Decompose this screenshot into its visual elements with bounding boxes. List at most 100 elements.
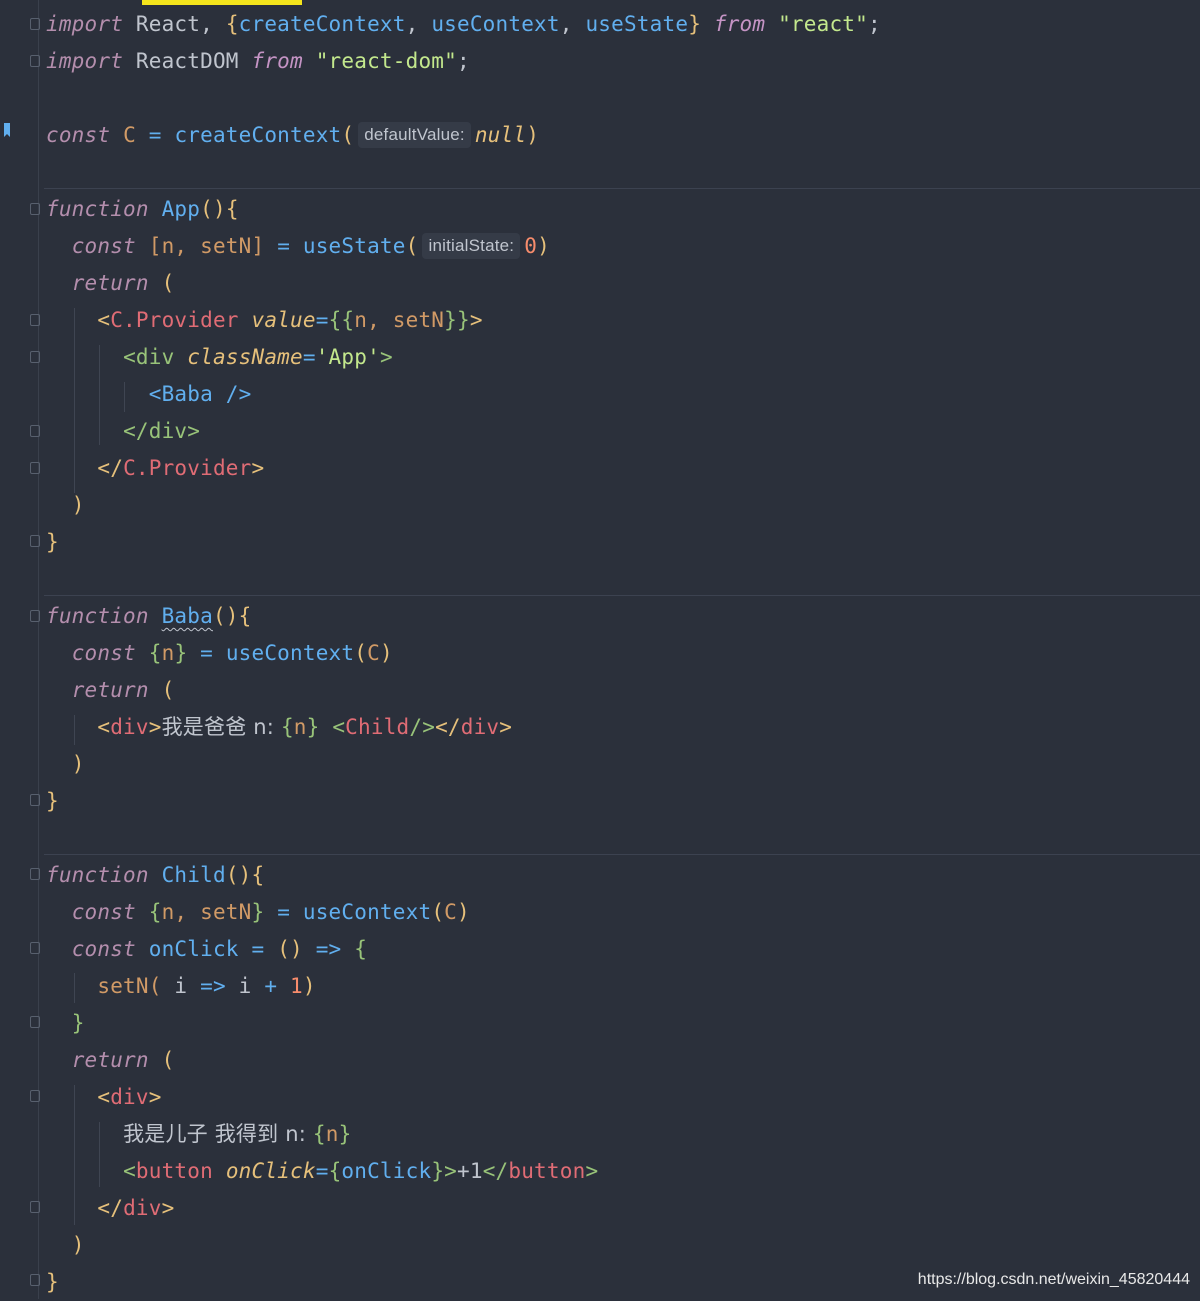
code-line[interactable] xyxy=(46,80,1200,117)
tag-bracket: < xyxy=(97,1085,111,1109)
fold-marker[interactable] xyxy=(30,610,40,622)
brace: }} xyxy=(444,308,470,332)
keyword-import: import xyxy=(46,12,124,36)
code-line[interactable]: import React, {createContext, useContext… xyxy=(46,6,1200,43)
tag-bracket: < xyxy=(97,308,111,332)
operator: = xyxy=(277,234,291,258)
code-line[interactable]: </div> xyxy=(46,413,1200,450)
paren: () xyxy=(225,863,252,887)
code-line[interactable] xyxy=(46,154,1200,191)
search-highlight xyxy=(142,0,302,5)
paren: ) xyxy=(457,900,470,924)
code-line[interactable]: function Child(){ xyxy=(46,857,1200,894)
fold-marker[interactable] xyxy=(30,314,40,326)
fold-marker[interactable] xyxy=(30,1274,40,1286)
number: 1 xyxy=(277,974,303,998)
code-line[interactable]: </div> xyxy=(46,1190,1200,1227)
fold-marker[interactable] xyxy=(30,425,40,437)
tag-bracket: < xyxy=(332,715,346,739)
arrow-operator: => xyxy=(200,974,226,998)
code-line[interactable]: return ( xyxy=(46,1042,1200,1079)
fold-marker[interactable] xyxy=(30,1090,40,1102)
paren: ( xyxy=(161,678,175,702)
keyword-const: const xyxy=(46,123,111,147)
keyword-const: const xyxy=(71,641,136,665)
jsx-tag: div xyxy=(110,1085,149,1109)
operator: = xyxy=(148,123,162,147)
code-line[interactable]: <div>我是爸爸 n: {n} <Child/></div> xyxy=(46,709,1200,746)
function-call: useContext xyxy=(302,900,432,924)
fold-marker[interactable] xyxy=(30,203,40,215)
code-line[interactable]: <div> xyxy=(46,1079,1200,1116)
fold-marker[interactable] xyxy=(30,351,40,363)
code-line[interactable] xyxy=(46,820,1200,857)
fold-marker[interactable] xyxy=(30,942,40,954)
tag-bracket: > xyxy=(161,1196,175,1220)
code-line[interactable]: import ReactDOM from "react-dom"; xyxy=(46,43,1200,80)
tag-bracket: </ xyxy=(435,715,461,739)
code-line[interactable]: function Baba(){ xyxy=(46,598,1200,635)
operator: = xyxy=(302,345,316,369)
tag-bracket: </ xyxy=(123,419,149,443)
code-line[interactable]: const onClick = () => { xyxy=(46,931,1200,968)
fold-marker[interactable] xyxy=(30,794,40,806)
operator: = xyxy=(251,937,265,961)
watermark: https://blog.csdn.net/weixin_45820444 xyxy=(917,1271,1190,1288)
brace: { xyxy=(354,937,368,961)
code-line[interactable]: const {n} = useContext(C) xyxy=(46,635,1200,672)
code-line[interactable]: ) xyxy=(46,746,1200,783)
code-line[interactable]: return ( xyxy=(46,672,1200,709)
fold-marker[interactable] xyxy=(30,462,40,474)
keyword-import: import xyxy=(46,49,124,73)
paren: () xyxy=(212,604,239,628)
code-line[interactable]: } xyxy=(46,783,1200,820)
identifier: onClick xyxy=(148,937,239,961)
jsx-attribute: className xyxy=(187,345,303,369)
fold-marker[interactable] xyxy=(30,535,40,547)
code-line[interactable]: function App(){ xyxy=(46,191,1200,228)
code-line[interactable]: </C.Provider> xyxy=(46,450,1200,487)
code-line[interactable]: 我是儿子 我得到 n: {n} xyxy=(46,1116,1200,1153)
tag-bracket: > xyxy=(379,345,393,369)
fold-marker[interactable] xyxy=(30,1016,40,1028)
code-line[interactable]: ) xyxy=(46,1227,1200,1264)
code-line[interactable]: const [n, setN] = useState(initialState:… xyxy=(46,228,1200,265)
code-line[interactable]: return ( xyxy=(46,265,1200,302)
code-line[interactable]: setN( i => i + 1) xyxy=(46,968,1200,1005)
code-editor[interactable]: import React, {createContext, useContext… xyxy=(0,0,1200,1299)
code-line[interactable]: } xyxy=(46,524,1200,561)
code-line[interactable]: <button onClick={onClick}>+1</button> xyxy=(46,1153,1200,1190)
fold-marker[interactable] xyxy=(30,55,40,67)
code-line[interactable]: const {n, setN} = useContext(C) xyxy=(46,894,1200,931)
comma: , xyxy=(405,12,419,36)
fold-marker[interactable] xyxy=(30,18,40,30)
code-line[interactable]: ) xyxy=(46,487,1200,524)
fold-marker[interactable] xyxy=(30,1201,40,1213)
paren: ) xyxy=(537,234,550,258)
fold-marker[interactable] xyxy=(30,868,40,880)
code-line[interactable]: <div className='App'> xyxy=(46,339,1200,376)
tag-bracket: > xyxy=(251,456,265,480)
code-line[interactable]: <Baba /> xyxy=(46,376,1200,413)
function-name: Baba xyxy=(161,604,213,628)
identifier: useContext xyxy=(431,12,560,36)
tag-bracket: /> xyxy=(212,382,252,406)
tag-bracket: /> xyxy=(409,715,436,739)
tag-bracket: < xyxy=(97,715,111,739)
identifier: React, xyxy=(135,12,213,36)
identifier: C xyxy=(444,900,457,924)
code-area[interactable]: import React, {createContext, useContext… xyxy=(46,6,1200,1301)
function-name: App xyxy=(161,197,201,221)
brace: { xyxy=(225,12,239,36)
gutter-border xyxy=(38,0,39,1299)
jsx-tag: button xyxy=(135,1159,213,1183)
code-line[interactable]: } xyxy=(46,1005,1200,1042)
code-line[interactable] xyxy=(46,561,1200,598)
code-line[interactable]: const C = createContext(defaultValue: nul… xyxy=(46,117,1200,154)
jsx-text: +1 xyxy=(457,1159,483,1183)
jsx-tag: C.Provider xyxy=(123,456,252,480)
brace: { xyxy=(238,604,252,628)
brace: { xyxy=(251,863,265,887)
code-line[interactable]: <C.Provider value={{n, setN}}> xyxy=(46,302,1200,339)
identifier: [n, setN] xyxy=(148,234,265,258)
